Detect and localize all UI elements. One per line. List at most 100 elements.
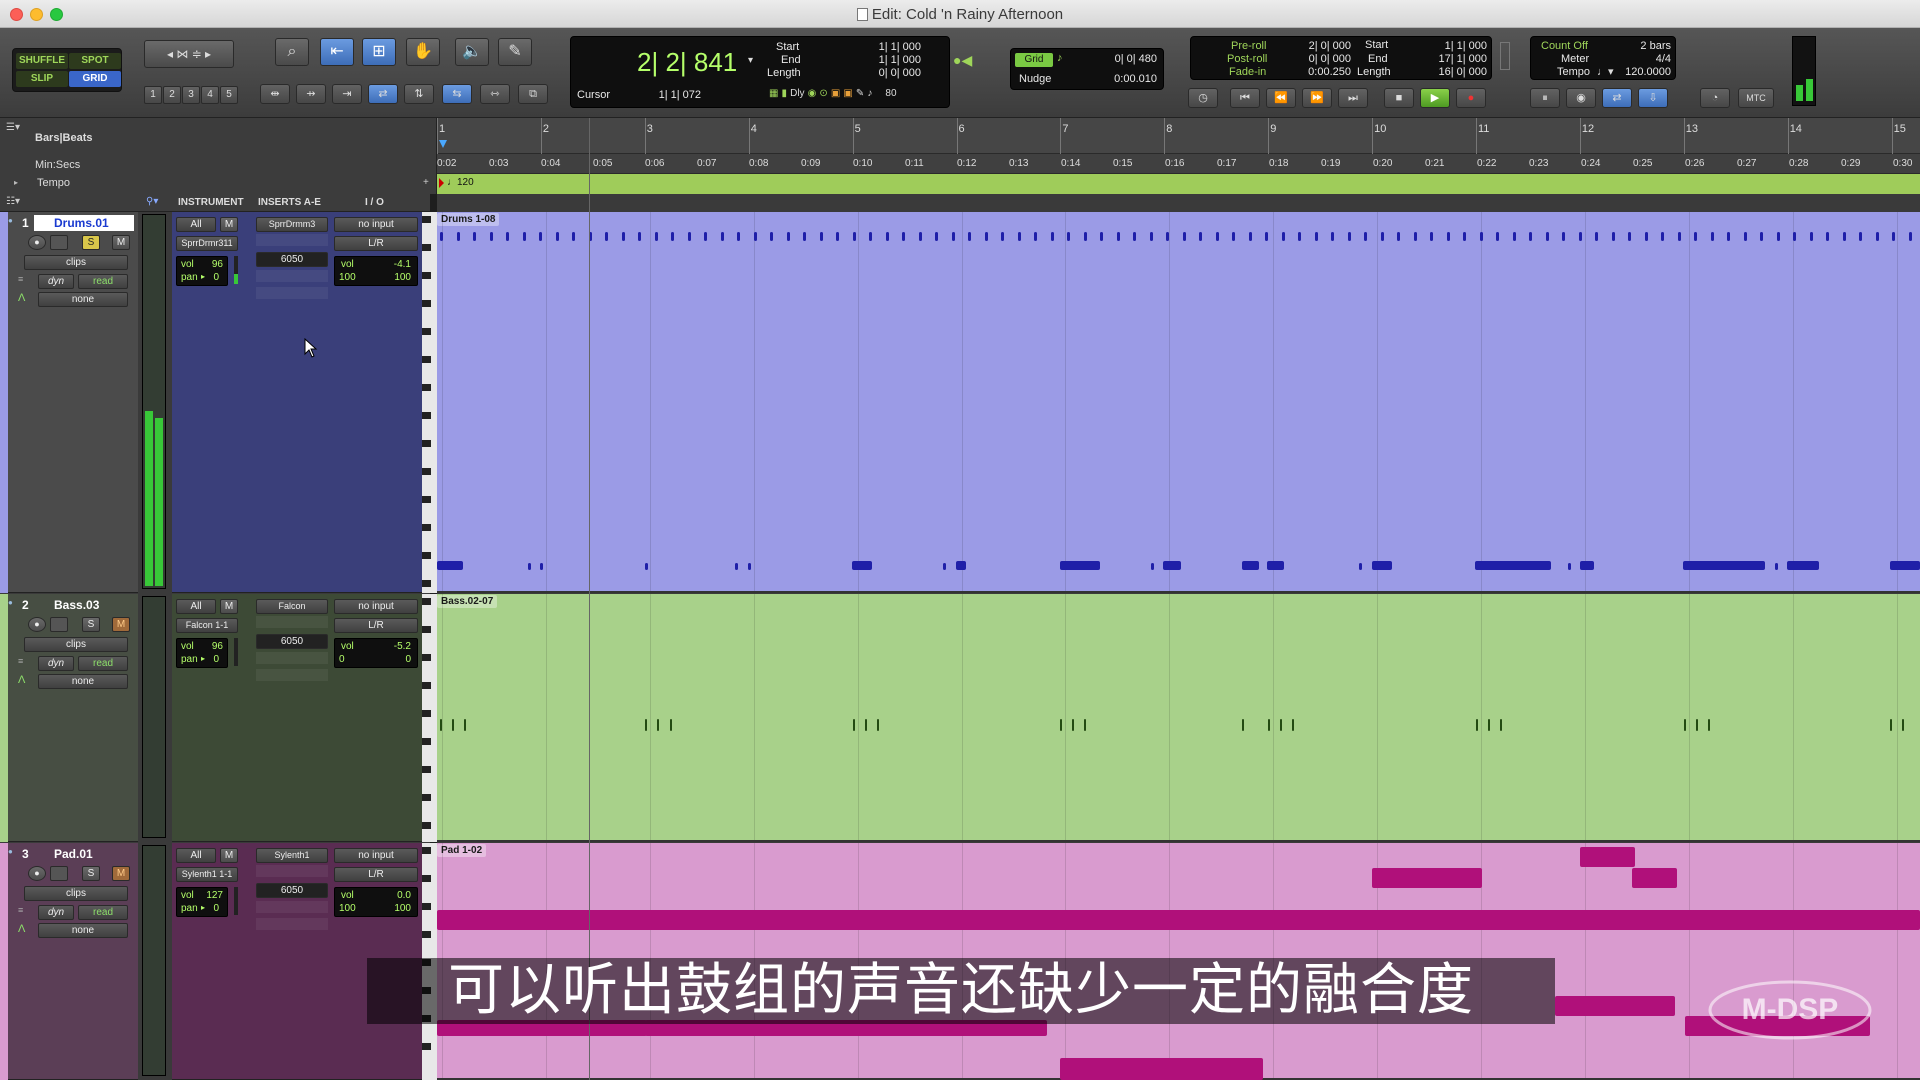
midi-note[interactable] bbox=[1787, 561, 1819, 570]
zoom-preset-4[interactable]: 4 bbox=[201, 86, 219, 104]
sel-end-value[interactable]: 1| 1| 000 bbox=[841, 54, 921, 66]
loop-record-icon[interactable]: ⏸ bbox=[1530, 88, 1560, 108]
midi-note[interactable] bbox=[1555, 996, 1675, 1016]
midi-note[interactable] bbox=[670, 719, 672, 731]
midi-note[interactable] bbox=[1060, 719, 1062, 731]
midi-note[interactable] bbox=[1215, 232, 1219, 241]
tab-to-transient-icon[interactable]: ⇹ bbox=[260, 84, 290, 104]
link-timeline-icon[interactable]: ⇥ bbox=[332, 84, 362, 104]
shuffle-mode-button[interactable]: SHUFFLE bbox=[16, 53, 68, 69]
midi-note[interactable] bbox=[1242, 719, 1244, 731]
automation-mode-selector[interactable]: read bbox=[78, 274, 128, 289]
fadein-label[interactable]: Fade-in bbox=[1229, 66, 1266, 78]
midi-note[interactable] bbox=[935, 232, 938, 241]
insert-slot-a[interactable]: SprrDrmm3 bbox=[256, 217, 328, 232]
midi-note[interactable] bbox=[853, 719, 855, 731]
midi-note[interactable] bbox=[1265, 232, 1268, 241]
default-velocity[interactable]: 80 bbox=[885, 88, 896, 99]
track-view-selector[interactable]: clips bbox=[24, 255, 128, 270]
midi-note[interactable] bbox=[1708, 719, 1710, 731]
midi-note[interactable] bbox=[539, 232, 542, 241]
midi-note[interactable] bbox=[1281, 232, 1285, 241]
fadein-value[interactable]: 0:00.250 bbox=[1271, 66, 1351, 78]
midi-note[interactable] bbox=[885, 232, 889, 241]
instrument-pan-value[interactable]: 0 bbox=[213, 903, 219, 914]
online-speaker-icon[interactable]: ●◀ bbox=[953, 52, 972, 69]
midi-note[interactable] bbox=[1034, 232, 1037, 241]
midi-note[interactable] bbox=[1842, 232, 1846, 241]
midi-note[interactable] bbox=[1166, 232, 1169, 241]
midi-note[interactable] bbox=[1529, 232, 1532, 241]
midi-note[interactable] bbox=[1694, 232, 1697, 241]
track-view-selector[interactable]: clips bbox=[24, 886, 128, 901]
instrument-name-selector[interactable]: Sylenth1 1-1 bbox=[176, 867, 238, 882]
metronome-icon[interactable]: ◔ bbox=[1700, 88, 1730, 108]
preroll-label[interactable]: Pre-roll bbox=[1231, 40, 1266, 52]
input-selector[interactable]: no input bbox=[334, 217, 418, 232]
input-monitor-icon[interactable] bbox=[50, 866, 68, 881]
main-counter-value[interactable]: 2| 2| 841 bbox=[637, 47, 737, 78]
output-selector[interactable]: L/R bbox=[334, 618, 418, 633]
midi-note[interactable] bbox=[1476, 719, 1478, 731]
midi-note[interactable] bbox=[522, 232, 526, 241]
send-slot-b[interactable] bbox=[256, 652, 328, 664]
instrument-input-selector[interactable]: All bbox=[176, 217, 216, 232]
group-selector[interactable]: none bbox=[38, 674, 128, 689]
wait-note-icon[interactable]: ▦ bbox=[769, 88, 778, 99]
midi-note[interactable] bbox=[1875, 232, 1879, 241]
window-layout-icon[interactable]: ⧉ bbox=[518, 84, 548, 104]
quickpunch-icon[interactable]: ◉ bbox=[1566, 88, 1596, 108]
midi-note[interactable] bbox=[1182, 232, 1186, 241]
zoom-controls[interactable]: ◂ ⋈ ≑ ▸ bbox=[144, 40, 234, 68]
loop-playback-icon[interactable]: ⇄ bbox=[1602, 88, 1632, 108]
midi-note[interactable] bbox=[1163, 561, 1181, 570]
midi-note[interactable] bbox=[984, 232, 988, 241]
midi-note[interactable] bbox=[1060, 561, 1100, 570]
rewind-icon[interactable]: ⏪ bbox=[1266, 88, 1296, 108]
pan-left-value[interactable]: 0 bbox=[339, 654, 345, 665]
midi-note[interactable] bbox=[489, 232, 493, 241]
zoom-preset-1[interactable]: 1 bbox=[144, 86, 162, 104]
midi-note[interactable] bbox=[1710, 232, 1714, 241]
instrument-vol-value[interactable]: 127 bbox=[206, 890, 223, 901]
midi-note[interactable] bbox=[902, 232, 905, 241]
scrubber-speaker-icon[interactable]: 🔈 bbox=[455, 38, 489, 66]
midi-note[interactable] bbox=[1902, 719, 1904, 731]
pan-left-value[interactable]: 100 bbox=[339, 272, 356, 283]
mute-button[interactable]: M bbox=[112, 866, 130, 881]
track-expand-icon[interactable]: ● bbox=[8, 847, 13, 856]
mini-keyboard[interactable] bbox=[422, 594, 437, 842]
midi-note[interactable] bbox=[437, 910, 1920, 930]
midi-note[interactable] bbox=[452, 719, 454, 731]
grid-label[interactable]: Grid bbox=[1015, 53, 1053, 67]
midi-note[interactable] bbox=[1149, 232, 1153, 241]
pan-right-value[interactable]: 100 bbox=[394, 272, 411, 283]
spot-mode-button[interactable]: SPOT bbox=[69, 53, 121, 69]
instrument-name-selector[interactable]: SprrDrmr311 bbox=[176, 236, 238, 251]
track-list-menu-icon[interactable]: ☷▾ bbox=[6, 196, 20, 207]
midi-note[interactable] bbox=[1545, 232, 1549, 241]
midi-note[interactable] bbox=[506, 232, 509, 241]
midi-note[interactable] bbox=[645, 719, 647, 731]
midi-note[interactable] bbox=[737, 232, 740, 241]
midi-note[interactable] bbox=[440, 232, 443, 241]
pencil-icon[interactable]: ✎ bbox=[856, 88, 864, 99]
midi-note[interactable] bbox=[1232, 232, 1235, 241]
slip-mode-button[interactable]: SLIP bbox=[16, 71, 68, 87]
mtc-button[interactable]: MTC bbox=[1738, 88, 1774, 108]
add-tempo-icon[interactable]: + bbox=[423, 177, 429, 188]
midi-note[interactable] bbox=[877, 719, 879, 731]
instrument-name-selector[interactable]: Falcon 1-1 bbox=[176, 618, 238, 633]
midi-note[interactable] bbox=[1496, 232, 1499, 241]
midi-note[interactable] bbox=[1512, 232, 1516, 241]
selector-tool-icon[interactable]: ⊞ bbox=[362, 38, 396, 66]
zoom-preset-5[interactable]: 5 bbox=[220, 86, 238, 104]
track-expand-icon[interactable]: ● bbox=[8, 598, 13, 607]
insert-slot-b[interactable] bbox=[256, 616, 328, 628]
midi-note[interactable] bbox=[1595, 232, 1598, 241]
track-name[interactable]: Drums.01 bbox=[34, 215, 134, 231]
midi-note[interactable] bbox=[1430, 232, 1433, 241]
counter-dropdown-icon[interactable]: ▾ bbox=[748, 55, 753, 66]
link-track-icon[interactable]: ⇄ bbox=[368, 84, 398, 104]
midi-note[interactable] bbox=[852, 561, 872, 570]
